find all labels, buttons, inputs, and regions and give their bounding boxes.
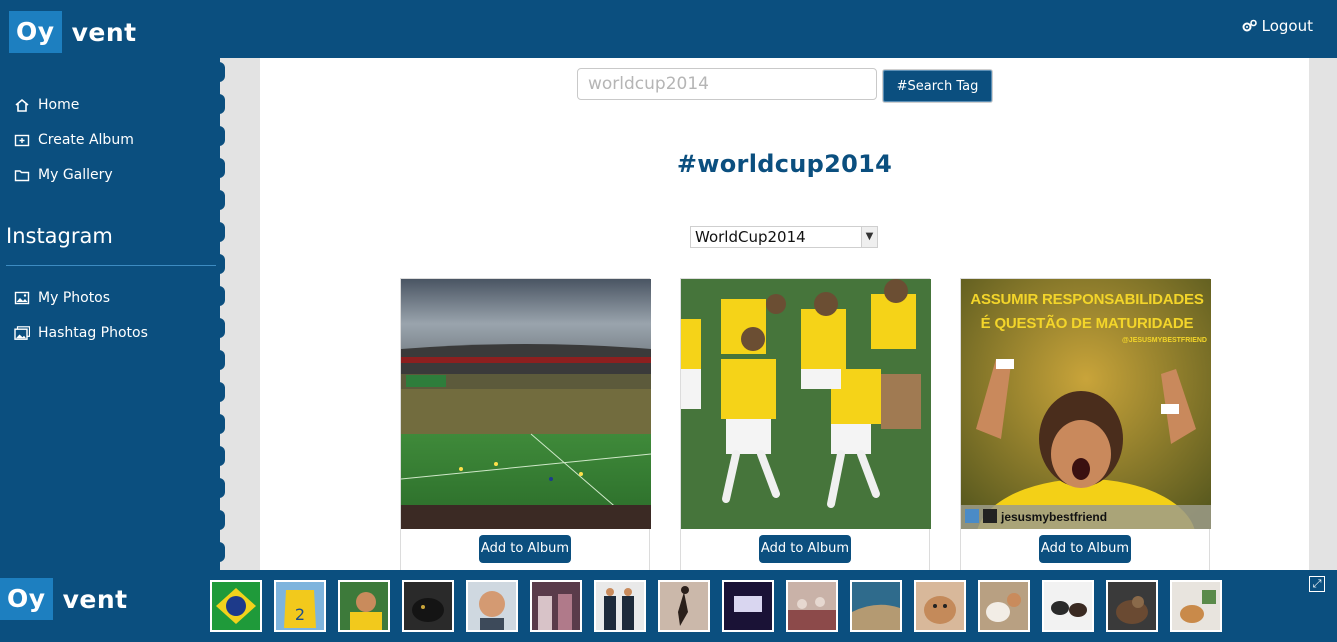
sidebar-item-label: My Photos bbox=[38, 290, 111, 306]
notch bbox=[219, 126, 225, 146]
notch bbox=[219, 94, 225, 114]
add-to-album-button[interactable]: Add to Album bbox=[1039, 535, 1131, 563]
album-select-value: WorldCup2014 bbox=[695, 228, 806, 246]
sidebar-item-label: Hashtag Photos bbox=[38, 325, 148, 341]
thumbnail[interactable] bbox=[210, 580, 262, 632]
poster-handle: @JESUSMYBESTFRIEND bbox=[1121, 337, 1207, 344]
photo-card: Add to Album bbox=[680, 278, 931, 570]
notch bbox=[219, 254, 225, 274]
tag-search-input[interactable] bbox=[577, 68, 877, 100]
right-gutter bbox=[1309, 58, 1337, 570]
sidebar-item-my-gallery[interactable]: My Gallery bbox=[14, 167, 113, 183]
thumbnail[interactable] bbox=[658, 580, 710, 632]
footer-bar: Oy vent 2 ⤢ bbox=[0, 570, 1337, 642]
add-to-album-button[interactable]: Add to Album bbox=[759, 535, 851, 563]
thumbnail[interactable] bbox=[978, 580, 1030, 632]
notch bbox=[219, 286, 225, 306]
sidebar-item-my-photos[interactable]: My Photos bbox=[14, 290, 110, 306]
thumbnail[interactable] bbox=[1106, 580, 1158, 632]
sidebar-item-label: My Gallery bbox=[38, 167, 113, 183]
search-tag-button[interactable]: #Search Tag bbox=[883, 70, 992, 102]
thumbnail[interactable] bbox=[914, 580, 966, 632]
notch bbox=[219, 446, 225, 466]
notch bbox=[219, 510, 225, 530]
svg-text:2: 2 bbox=[295, 605, 305, 624]
add-to-album-button[interactable]: Add to Album bbox=[479, 535, 571, 563]
photo-card: Add to Album bbox=[400, 278, 651, 570]
thumbnail[interactable] bbox=[594, 580, 646, 632]
poster-photo[interactable]: ASSUMIR RESPONSABILIDADES É QUESTÃO DE M… bbox=[961, 279, 1211, 529]
sidebar-item-hashtag-photos[interactable]: Hashtag Photos bbox=[14, 325, 148, 341]
perforated-divider bbox=[219, 58, 260, 570]
chevron-down-icon[interactable]: ▼ bbox=[861, 227, 877, 247]
page-title: #worldcup2014 bbox=[676, 150, 893, 178]
poster-caption-bottom: É QUESTÃO DE MATURIDADE bbox=[980, 315, 1194, 332]
gears-icon bbox=[1242, 19, 1257, 32]
players-photo[interactable] bbox=[681, 279, 931, 529]
sidebar-item-label: Home bbox=[38, 97, 80, 113]
logout-link[interactable]: Logout bbox=[1242, 17, 1313, 35]
logo-box-text: Oy bbox=[9, 11, 62, 53]
logo-text: vent bbox=[62, 584, 128, 614]
notch bbox=[219, 382, 225, 402]
stadium-photo[interactable] bbox=[401, 279, 651, 529]
folder-icon bbox=[14, 170, 30, 182]
notch bbox=[219, 190, 225, 210]
logout-label: Logout bbox=[1261, 17, 1313, 35]
home-icon bbox=[15, 98, 29, 112]
app-logo[interactable]: Oy vent bbox=[9, 11, 137, 53]
thumbnail[interactable] bbox=[1042, 580, 1094, 632]
top-header: Oy vent Logout bbox=[0, 0, 1337, 58]
image-icon bbox=[14, 291, 30, 305]
notch bbox=[219, 222, 225, 242]
notch bbox=[219, 478, 225, 498]
thumbnail[interactable] bbox=[466, 580, 518, 632]
sidebar-item-label: Create Album bbox=[38, 132, 134, 148]
sidebar: Home Create Album My Gallery Instagram M… bbox=[0, 58, 222, 570]
notch bbox=[219, 158, 225, 178]
notch bbox=[219, 62, 225, 82]
thumbnail[interactable] bbox=[722, 580, 774, 632]
thumbnail[interactable] bbox=[530, 580, 582, 632]
thumbnail[interactable]: 2 bbox=[274, 580, 326, 632]
thumbnail[interactable] bbox=[338, 580, 390, 632]
album-select[interactable]: WorldCup2014 ▼ bbox=[690, 226, 878, 248]
logo-text: vent bbox=[71, 17, 137, 47]
notch bbox=[219, 350, 225, 370]
images-icon bbox=[14, 326, 30, 340]
footer-logo[interactable]: Oy vent bbox=[0, 578, 128, 620]
logo-box-text: Oy bbox=[0, 578, 53, 620]
sidebar-item-home[interactable]: Home bbox=[14, 97, 79, 113]
expand-icon[interactable]: ⤢ bbox=[1309, 576, 1325, 592]
thumbnail[interactable] bbox=[402, 580, 454, 632]
divider bbox=[6, 265, 216, 266]
thumbnail[interactable] bbox=[786, 580, 838, 632]
thumbnail[interactable] bbox=[1170, 580, 1222, 632]
notch bbox=[219, 318, 225, 338]
sidebar-item-create-album[interactable]: Create Album bbox=[14, 132, 134, 148]
photo-card: ASSUMIR RESPONSABILIDADES É QUESTÃO DE M… bbox=[960, 278, 1211, 570]
instagram-heading: Instagram bbox=[6, 224, 113, 248]
poster-caption-top: ASSUMIR RESPONSABILIDADES bbox=[970, 291, 1204, 308]
repost-username: jesusmybestfriend bbox=[1001, 510, 1108, 524]
thumbnail[interactable] bbox=[850, 580, 902, 632]
notch bbox=[219, 414, 225, 434]
notch bbox=[219, 542, 225, 562]
main-content: #Search Tag #worldcup2014 WorldCup2014 ▼ bbox=[260, 58, 1309, 570]
add-album-icon bbox=[14, 134, 30, 147]
